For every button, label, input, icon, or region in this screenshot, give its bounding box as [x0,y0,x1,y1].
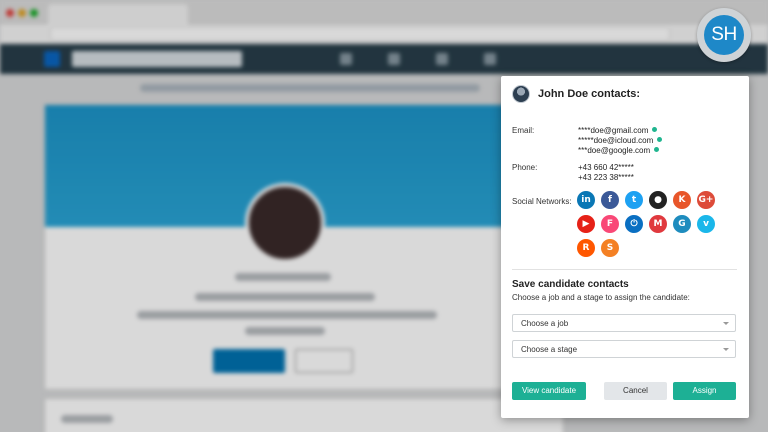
job-select[interactable]: Choose a job [512,314,736,332]
vimeo-icon[interactable]: v [697,215,715,233]
view-candidate-button[interactable]: View candidate [512,382,586,400]
stage-select[interactable]: Choose a stage [512,340,736,358]
verified-dot-icon [652,127,658,132]
extension-badge[interactable]: SH [704,15,744,55]
cancel-button[interactable]: Cancel [604,382,667,400]
assign-button[interactable]: Assign [673,382,736,400]
foursquare-icon[interactable]: F [601,215,619,233]
verified-dot-icon [654,147,660,152]
candidate-avatar [512,85,530,103]
meetup-icon[interactable]: M [649,215,667,233]
phone-item[interactable]: +43 660 42***** [578,163,634,172]
email-label: Email: [512,126,535,135]
verified-dot-icon [657,137,663,142]
phone-item[interactable]: +43 223 38***** [578,173,634,182]
divider [512,269,737,270]
reddit-icon[interactable]: R [577,239,595,257]
chevron-down-icon [723,322,729,325]
save-subtitle: Choose a job and a stage to assign the c… [512,293,690,302]
stage-select-value: Choose a stage [521,345,578,354]
youtube-icon[interactable]: ▶ [577,215,595,233]
popup-title: John Doe contacts: [538,88,641,100]
popup-header: John Doe contacts: [512,84,739,104]
gravatar-icon[interactable]: G [673,215,691,233]
stackoverflow-icon[interactable]: S [601,239,619,257]
contacts-popup: John Doe contacts: Email: ****doe@gmail.… [501,76,749,418]
social-label: Social Networks: [512,197,572,206]
linkedin-icon[interactable]: in [577,191,595,209]
email-item[interactable]: ***doe@google.com [578,146,660,155]
power-icon[interactable]: ⏻ [625,215,643,233]
job-select-value: Choose a job [521,319,569,328]
twitter-icon[interactable]: t [625,191,643,209]
email-item[interactable]: ****doe@gmail.com [578,126,658,135]
googleplus-icon[interactable]: G+ [697,191,715,209]
chevron-down-icon [723,348,729,351]
save-title: Save candidate contacts [512,279,629,290]
github-icon[interactable]: ● [649,191,667,209]
klout-icon[interactable]: K [673,191,691,209]
phone-label: Phone: [512,163,538,172]
email-item[interactable]: *****doe@icloud.com [578,136,663,145]
facebook-icon[interactable]: f [601,191,619,209]
